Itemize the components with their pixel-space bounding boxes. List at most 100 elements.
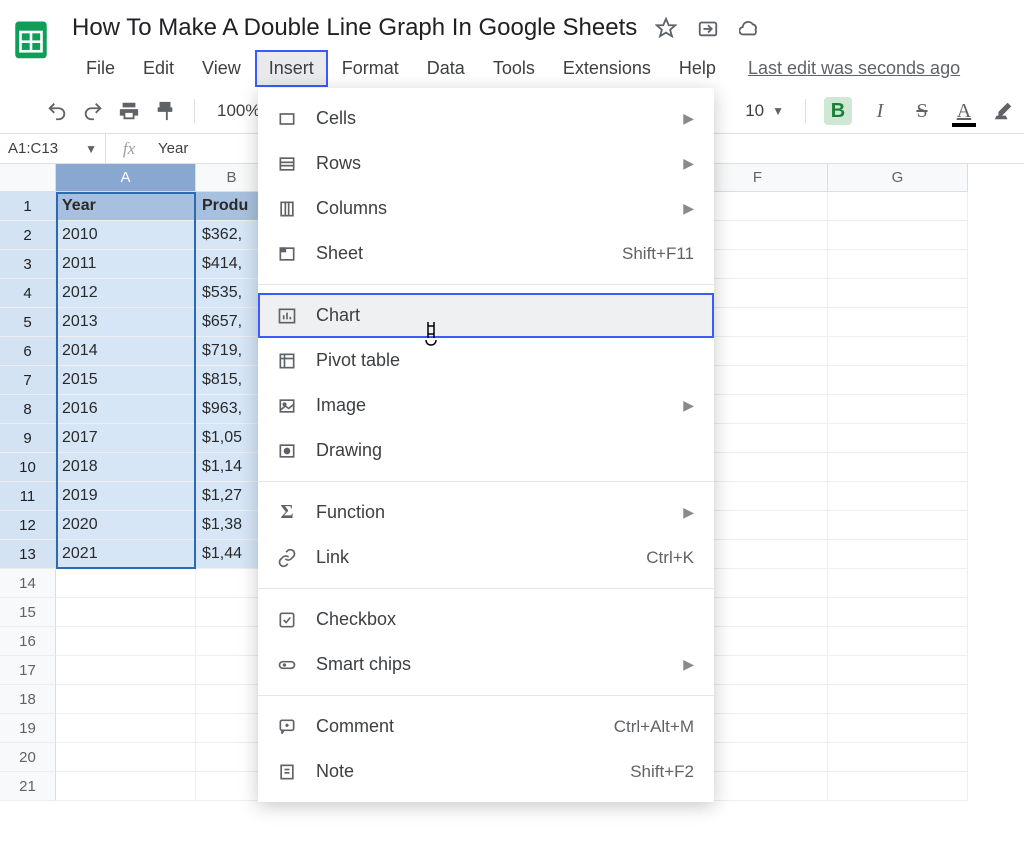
menu-file[interactable]: File <box>72 50 129 87</box>
cell[interactable] <box>56 627 196 656</box>
insert-checkbox[interactable]: Checkbox <box>258 597 714 642</box>
insert-smart-chips[interactable]: Smart chips ▶ <box>258 642 714 687</box>
cell[interactable] <box>828 192 968 221</box>
cell[interactable] <box>828 395 968 424</box>
cell[interactable] <box>828 337 968 366</box>
row-header[interactable]: 7 <box>0 366 56 395</box>
undo-icon[interactable] <box>46 100 68 122</box>
insert-note[interactable]: Note Shift+F2 <box>258 749 714 794</box>
cell[interactable]: 2019 <box>56 482 196 511</box>
row-header[interactable]: 1 <box>0 192 56 221</box>
cell[interactable] <box>828 453 968 482</box>
cell[interactable] <box>828 656 968 685</box>
cell[interactable] <box>828 685 968 714</box>
row-header[interactable]: 12 <box>0 511 56 540</box>
cell[interactable] <box>56 598 196 627</box>
cell[interactable]: 2013 <box>56 308 196 337</box>
insert-columns[interactable]: Columns ▶ <box>258 186 714 231</box>
insert-function[interactable]: Σ Function ▶ <box>258 490 714 535</box>
cell[interactable]: 2014 <box>56 337 196 366</box>
row-header[interactable]: 21 <box>0 772 56 801</box>
cell[interactable]: 2017 <box>56 424 196 453</box>
cell[interactable] <box>56 569 196 598</box>
row-header[interactable]: 6 <box>0 337 56 366</box>
row-header[interactable]: 2 <box>0 221 56 250</box>
cell[interactable] <box>828 424 968 453</box>
insert-drawing[interactable]: Drawing <box>258 428 714 473</box>
menu-tools[interactable]: Tools <box>479 50 549 87</box>
menu-view[interactable]: View <box>188 50 255 87</box>
bold-button[interactable]: B <box>824 97 852 125</box>
cell[interactable] <box>828 743 968 772</box>
font-size-input[interactable]: 10 ▼ <box>734 100 787 122</box>
name-box[interactable]: A1:C13 ▼ <box>0 134 106 163</box>
sheets-logo-icon[interactable] <box>10 10 58 70</box>
row-header[interactable]: 14 <box>0 569 56 598</box>
doc-title[interactable]: How To Make A Double Line Graph In Googl… <box>72 14 637 42</box>
paint-format-icon[interactable] <box>154 100 176 122</box>
insert-comment[interactable]: Comment Ctrl+Alt+M <box>258 704 714 749</box>
chevron-down-icon[interactable]: ▼ <box>85 142 97 156</box>
menu-extensions[interactable]: Extensions <box>549 50 665 87</box>
cell[interactable]: 2016 <box>56 395 196 424</box>
menu-insert[interactable]: Insert <box>255 50 328 87</box>
cell[interactable] <box>828 772 968 801</box>
cloud-status-icon[interactable] <box>739 17 761 39</box>
text-color-button[interactable]: A <box>950 100 978 123</box>
cell[interactable]: 2020 <box>56 511 196 540</box>
row-header[interactable]: 11 <box>0 482 56 511</box>
zoom-select[interactable]: 100% <box>213 101 264 121</box>
cell[interactable] <box>56 656 196 685</box>
cell[interactable] <box>828 627 968 656</box>
insert-pivot-table[interactable]: Pivot table <box>258 338 714 383</box>
redo-icon[interactable] <box>82 100 104 122</box>
cell[interactable] <box>56 743 196 772</box>
cell[interactable] <box>828 366 968 395</box>
row-header[interactable]: 18 <box>0 685 56 714</box>
star-icon[interactable] <box>655 17 677 39</box>
row-header[interactable]: 9 <box>0 424 56 453</box>
cell[interactable]: 2011 <box>56 250 196 279</box>
italic-button[interactable]: I <box>866 100 894 123</box>
row-header[interactable]: 10 <box>0 453 56 482</box>
cell[interactable]: Year <box>56 192 196 221</box>
row-header[interactable]: 20 <box>0 743 56 772</box>
select-all-corner[interactable] <box>0 164 56 192</box>
insert-sheet[interactable]: Sheet Shift+F11 <box>258 231 714 276</box>
cell[interactable]: 2010 <box>56 221 196 250</box>
cell[interactable] <box>828 250 968 279</box>
cell[interactable]: 2021 <box>56 540 196 569</box>
move-icon[interactable] <box>697 17 719 39</box>
cell[interactable] <box>56 685 196 714</box>
col-header[interactable]: A <box>56 164 196 192</box>
cell[interactable]: 2015 <box>56 366 196 395</box>
formula-content[interactable]: Year <box>152 140 188 157</box>
row-header[interactable]: 17 <box>0 656 56 685</box>
row-header[interactable]: 8 <box>0 395 56 424</box>
chevron-down-icon[interactable]: ▼ <box>772 104 784 118</box>
row-header[interactable]: 15 <box>0 598 56 627</box>
cell[interactable] <box>828 482 968 511</box>
print-icon[interactable] <box>118 100 140 122</box>
cell[interactable]: 2018 <box>56 453 196 482</box>
row-header[interactable]: 4 <box>0 279 56 308</box>
cell[interactable] <box>828 308 968 337</box>
insert-rows[interactable]: Rows ▶ <box>258 141 714 186</box>
menu-format[interactable]: Format <box>328 50 413 87</box>
row-header[interactable]: 13 <box>0 540 56 569</box>
menu-data[interactable]: Data <box>413 50 479 87</box>
cell[interactable] <box>56 714 196 743</box>
insert-chart[interactable]: Chart <box>258 293 714 338</box>
strikethrough-button[interactable]: S <box>908 100 936 123</box>
cell[interactable]: 2012 <box>56 279 196 308</box>
cell[interactable] <box>828 569 968 598</box>
insert-link[interactable]: Link Ctrl+K <box>258 535 714 580</box>
col-header[interactable]: G <box>828 164 968 192</box>
row-header[interactable]: 16 <box>0 627 56 656</box>
menu-edit[interactable]: Edit <box>129 50 188 87</box>
row-header[interactable]: 19 <box>0 714 56 743</box>
row-header[interactable]: 5 <box>0 308 56 337</box>
cell[interactable] <box>828 279 968 308</box>
fill-color-icon[interactable] <box>992 100 1014 122</box>
row-header[interactable]: 3 <box>0 250 56 279</box>
